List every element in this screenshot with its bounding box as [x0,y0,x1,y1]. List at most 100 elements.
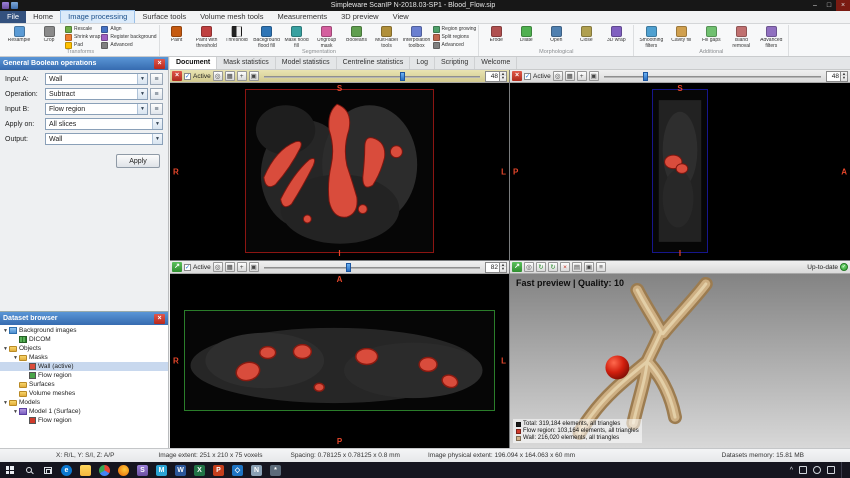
zoom-icon[interactable]: + [236,262,247,272]
slice-canvas[interactable]: S R L I [170,83,509,260]
expand-arrow-icon[interactable]: ▼ [2,328,9,334]
split-regions-button[interactable]: Split regions [432,33,477,41]
advanced-filters-button[interactable]: Advanced filters [756,25,786,49]
close-button[interactable]: × [836,0,850,11]
tab-3d-preview[interactable]: 3D preview [334,11,386,23]
unpin-view-icon[interactable]: × [512,71,522,81]
register-background-button[interactable]: Register background [101,33,157,41]
shrink-wrap-button[interactable]: Shrink wrap [65,33,100,41]
input-b-list-button[interactable]: ≡ [150,103,163,115]
tab-measurements[interactable]: Measurements [270,11,334,23]
layout-icon[interactable]: ▣ [588,71,599,81]
slice-spinner[interactable]: 48 ▲ ▼ [826,70,848,82]
copy-icon[interactable]: ▣ [584,262,594,272]
taskbar-app-mail[interactable]: M [152,462,171,478]
zoom-icon[interactable]: + [236,71,247,81]
expand-arrow-icon[interactable]: ▼ [2,346,9,352]
taskbar-app-notepad[interactable]: N [247,462,266,478]
taskbar-app-edge[interactable]: e [57,462,76,478]
pad-button[interactable]: Pad [65,41,100,49]
slice-canvas[interactable]: S P A I [510,83,850,260]
island-removal-button[interactable]: Island removal [726,25,756,49]
cavity-fill-button[interactable]: Cavity fill [666,25,696,44]
erode-button[interactable]: Erode [481,25,511,44]
crosshair-icon[interactable]: ◎ [212,262,223,272]
resample-button[interactable]: Resample [4,25,34,44]
grid-icon[interactable]: ▦ [224,262,235,272]
refresh-icon[interactable]: ↻ [536,262,546,272]
tree-item-background-images[interactable]: ▼ Background images [0,326,168,335]
tree-item-volume-meshes[interactable]: Volume meshes [0,389,168,398]
taskbar-app-chrome[interactable] [95,462,114,478]
show-desktop-button[interactable] [841,462,844,478]
operation-list-button[interactable]: ≡ [150,88,163,100]
layout-icon[interactable]: ▣ [248,71,259,81]
advanced-transforms-button[interactable]: Advanced [101,41,156,49]
save-icon[interactable]: ▤ [572,262,582,272]
close-morph-button[interactable]: Close [571,25,601,44]
unpin-view-icon[interactable]: × [172,71,182,81]
region-growing-button[interactable]: Region growing [432,25,476,33]
slice-spinner[interactable]: 48 ▲ ▼ [485,70,507,82]
maximize-view-icon[interactable]: ↗ [172,262,182,272]
rescale-button[interactable]: Rescale [65,25,100,33]
crop-button[interactable]: Crop [34,25,64,44]
grid-icon[interactable]: ▦ [224,71,235,81]
tab-volume-mesh-tools[interactable]: Volume mesh tools [193,11,270,23]
app-icon[interactable] [2,2,9,9]
tree-item-wall-active[interactable]: Wall (active) [0,362,168,371]
notification-icon[interactable] [827,466,835,474]
paint-button[interactable]: Paint [162,25,192,44]
preview-3d-canvas[interactable]: Fast preview | Quality: 10 Total: 319,18… [510,274,850,448]
taskbar-app-scanip[interactable]: S [133,462,152,478]
maximize-button[interactable]: □ [822,0,836,11]
apply-button[interactable]: Apply [116,154,160,168]
input-a-list-button[interactable]: ≡ [150,73,163,85]
panel-close-icon[interactable]: × [154,313,165,324]
apply-on-dropdown[interactable]: All slices ▼ [45,118,163,130]
network-icon[interactable] [799,466,807,474]
expand-arrow-icon[interactable]: ▼ [12,409,19,415]
expand-arrow-icon[interactable]: ▼ [2,400,9,406]
active-checkbox[interactable]: ✓ [184,263,191,271]
tree-item-model-flow-region[interactable]: Flow region [0,416,168,425]
expand-arrow-icon[interactable]: ▼ [12,355,19,361]
tree-item-dicom[interactable]: DICOM [0,335,168,344]
3d-wrap-button[interactable]: 3D wrap [601,25,631,44]
taskbar-app-firefox[interactable] [114,462,133,478]
dilate-button[interactable]: Dilate [511,25,541,44]
fill-gaps-button[interactable]: Fill gaps [696,25,726,44]
volume-icon[interactable] [813,466,821,474]
tree-item-surfaces[interactable]: Surfaces [0,380,168,389]
search-button[interactable] [19,462,38,478]
tab-view[interactable]: View [386,11,416,23]
output-dropdown[interactable]: Wall ▼ [45,133,163,145]
taskbar-app-settings[interactable]: * [266,462,285,478]
paint-with-threshold-button[interactable]: Paint with threshold [192,25,222,49]
slice-canvas[interactable]: A R L P [170,274,509,448]
minimize-button[interactable]: – [808,0,822,11]
cancel-icon[interactable]: × [560,262,570,272]
tree-item-model-1-surface[interactable]: ▼ Model 1 (Surface) [0,407,168,416]
tree-item-masks[interactable]: ▼ Masks [0,353,168,362]
tab-centreline-statistics[interactable]: Centreline statistics [337,57,411,69]
tab-surface-tools[interactable]: Surface tools [135,11,193,23]
taskbar-app-excel[interactable]: X [190,462,209,478]
taskbar-app-word[interactable]: W [171,462,190,478]
tab-welcome[interactable]: Welcome [475,57,518,69]
measure-icon[interactable]: ≡ [596,262,606,272]
panel-close-icon[interactable]: × [154,58,165,69]
tab-scripting[interactable]: Scripting [435,57,476,69]
crosshair-icon[interactable]: ◎ [212,71,223,81]
operation-dropdown[interactable]: Subtract ▼ [45,88,148,100]
slice-slider[interactable] [603,71,821,81]
tray-expand-icon[interactable]: ^ [790,467,793,474]
input-b-dropdown[interactable]: Flow region ▼ [45,103,148,115]
taskbar-app-file-explorer[interactable] [76,462,95,478]
active-checkbox[interactable]: ✓ [524,72,531,80]
tab-image-processing[interactable]: Image processing [60,10,136,23]
align-button[interactable]: Align [101,25,156,33]
slider-thumb[interactable] [400,71,406,81]
tab-home[interactable]: Home [26,11,60,23]
active-checkbox[interactable]: ✓ [184,72,191,80]
